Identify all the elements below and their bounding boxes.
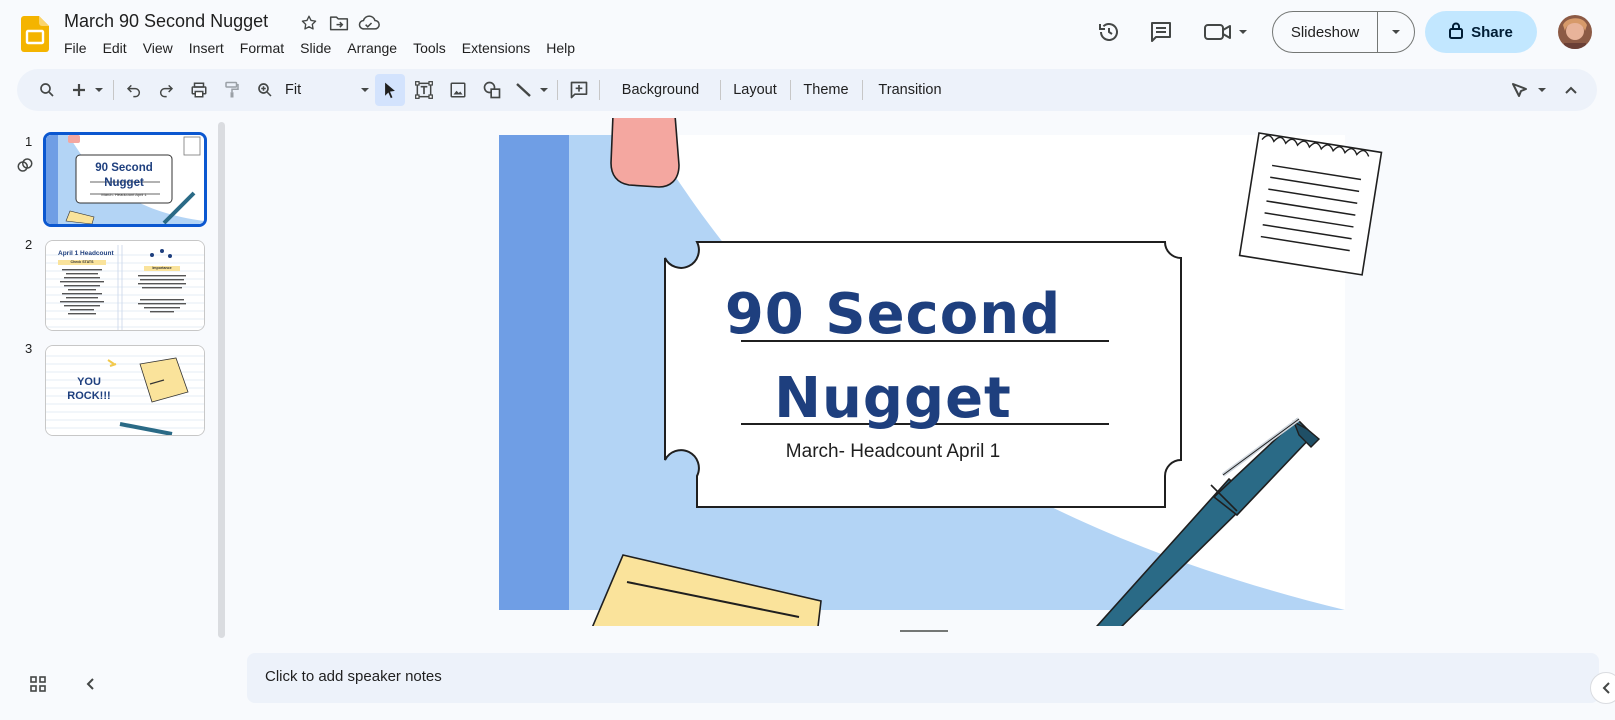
slideshow-button[interactable]: Slideshow [1272,11,1415,53]
slide-thumbnail-2[interactable]: April 1 Headcount Check STATS Importance [45,240,205,331]
app-header: March 90 Second Nugget File Edit View In… [0,0,1615,64]
zoom-select[interactable]: Fit [281,74,377,106]
zoom-icon[interactable] [250,74,280,106]
linked-object-icon[interactable] [16,156,34,179]
select-tool-icon[interactable] [375,74,405,106]
menu-file[interactable]: File [56,38,95,58]
menu-insert[interactable]: Insert [181,38,232,58]
zoom-value: Fit [285,82,302,98]
slide-filmstrip: 1 90 Second Nugget March- Headcount Apri… [0,120,226,640]
thumb-2-heading: April 1 Headcount [58,250,114,257]
meet-camera-icon[interactable] [1200,12,1252,52]
zoom-dropdown-icon [361,88,369,92]
slide-title-line-2: Nugget [774,366,1012,431]
menu-view[interactable]: View [135,38,181,58]
layout-button[interactable]: Layout [723,74,787,106]
speaker-notes-placeholder: Click to add speaker notes [265,668,442,685]
menu-arrange[interactable]: Arrange [339,38,405,58]
menu-slide[interactable]: Slide [292,38,339,58]
slideshow-dropdown-icon[interactable] [1378,28,1414,36]
thumb-1-title-1: 90 Second [95,162,153,174]
transition-button[interactable]: Transition [867,74,953,106]
speaker-notes[interactable]: Click to add speaker notes [247,653,1599,703]
thumb-3-text-2: ROCK!!! [67,390,111,402]
slides-logo-icon[interactable] [21,16,49,52]
search-menus-icon[interactable] [31,74,63,106]
avatar[interactable] [1558,15,1592,49]
print-icon[interactable] [184,74,214,106]
slideshow-label[interactable]: Slideshow [1273,24,1377,41]
comments-icon[interactable] [1141,12,1181,52]
collapse-filmstrip-icon[interactable] [76,670,104,698]
menu-format[interactable]: Format [232,38,292,58]
notes-resize-handle[interactable] [900,630,948,632]
current-slide[interactable]: 90 Second Nugget March- Headcount April … [499,118,1383,626]
slide-number: 2 [25,237,33,252]
toolbar: Fit Background Layout Theme Transition [17,69,1597,111]
cloud-status-icon[interactable] [358,12,380,34]
star-icon[interactable] [298,12,320,34]
undo-icon[interactable] [119,74,149,106]
menu-bar: File Edit View Insert Format Slide Arran… [56,38,583,58]
menu-extensions[interactable]: Extensions [454,38,538,58]
slide-title[interactable]: 90 Second Nugget [688,273,1098,441]
slide-number: 1 [25,134,33,149]
slide-subtitle[interactable]: March- Headcount April 1 [688,441,1098,463]
theme-button[interactable]: Theme [793,74,859,106]
line-tool-icon[interactable] [511,74,555,106]
grid-view-icon[interactable] [24,670,52,698]
slide-title-line-1: 90 Second [724,282,1062,347]
text-box-icon[interactable] [409,74,439,106]
add-comment-icon[interactable] [564,74,594,106]
slide-canvas[interactable]: 90 Second Nugget March- Headcount April … [230,118,1615,626]
background-button[interactable]: Background [604,74,717,106]
filmstrip-scrollbar[interactable] [218,122,225,638]
menu-edit[interactable]: Edit [95,38,135,58]
collapse-toolbar-icon[interactable] [1556,74,1586,106]
new-slide-icon[interactable] [67,74,111,106]
side-panel-toggle-icon[interactable] [1590,672,1615,704]
thumb-3-text-1: YOU [77,376,101,388]
redo-icon[interactable] [151,74,181,106]
paint-format-icon[interactable] [217,74,247,106]
slide-thumbnail-1[interactable]: 90 Second Nugget March- Headcount April … [43,132,207,227]
editing-mode-icon[interactable] [1507,74,1553,106]
thumb-1-subtitle: March- Headcount April 1 [101,192,147,197]
slide-thumbnail-3[interactable]: YOU ROCK!!! [45,345,205,436]
menu-tools[interactable]: Tools [405,38,454,58]
menu-help[interactable]: Help [538,38,583,58]
thumb-1-title-2: Nugget [104,177,144,189]
thumb-2-col2-heading: Importance [152,266,172,270]
version-history-icon[interactable] [1089,12,1129,52]
lock-icon [1449,22,1464,43]
document-title[interactable]: March 90 Second Nugget [64,11,268,32]
share-button[interactable]: Share [1425,11,1537,53]
share-label: Share [1471,23,1513,41]
insert-image-icon[interactable] [443,74,473,106]
move-folder-icon[interactable] [328,12,350,34]
slide-number: 3 [25,341,33,356]
shape-icon[interactable] [477,74,507,106]
thumb-2-col1-heading: Check STATS [70,260,94,264]
